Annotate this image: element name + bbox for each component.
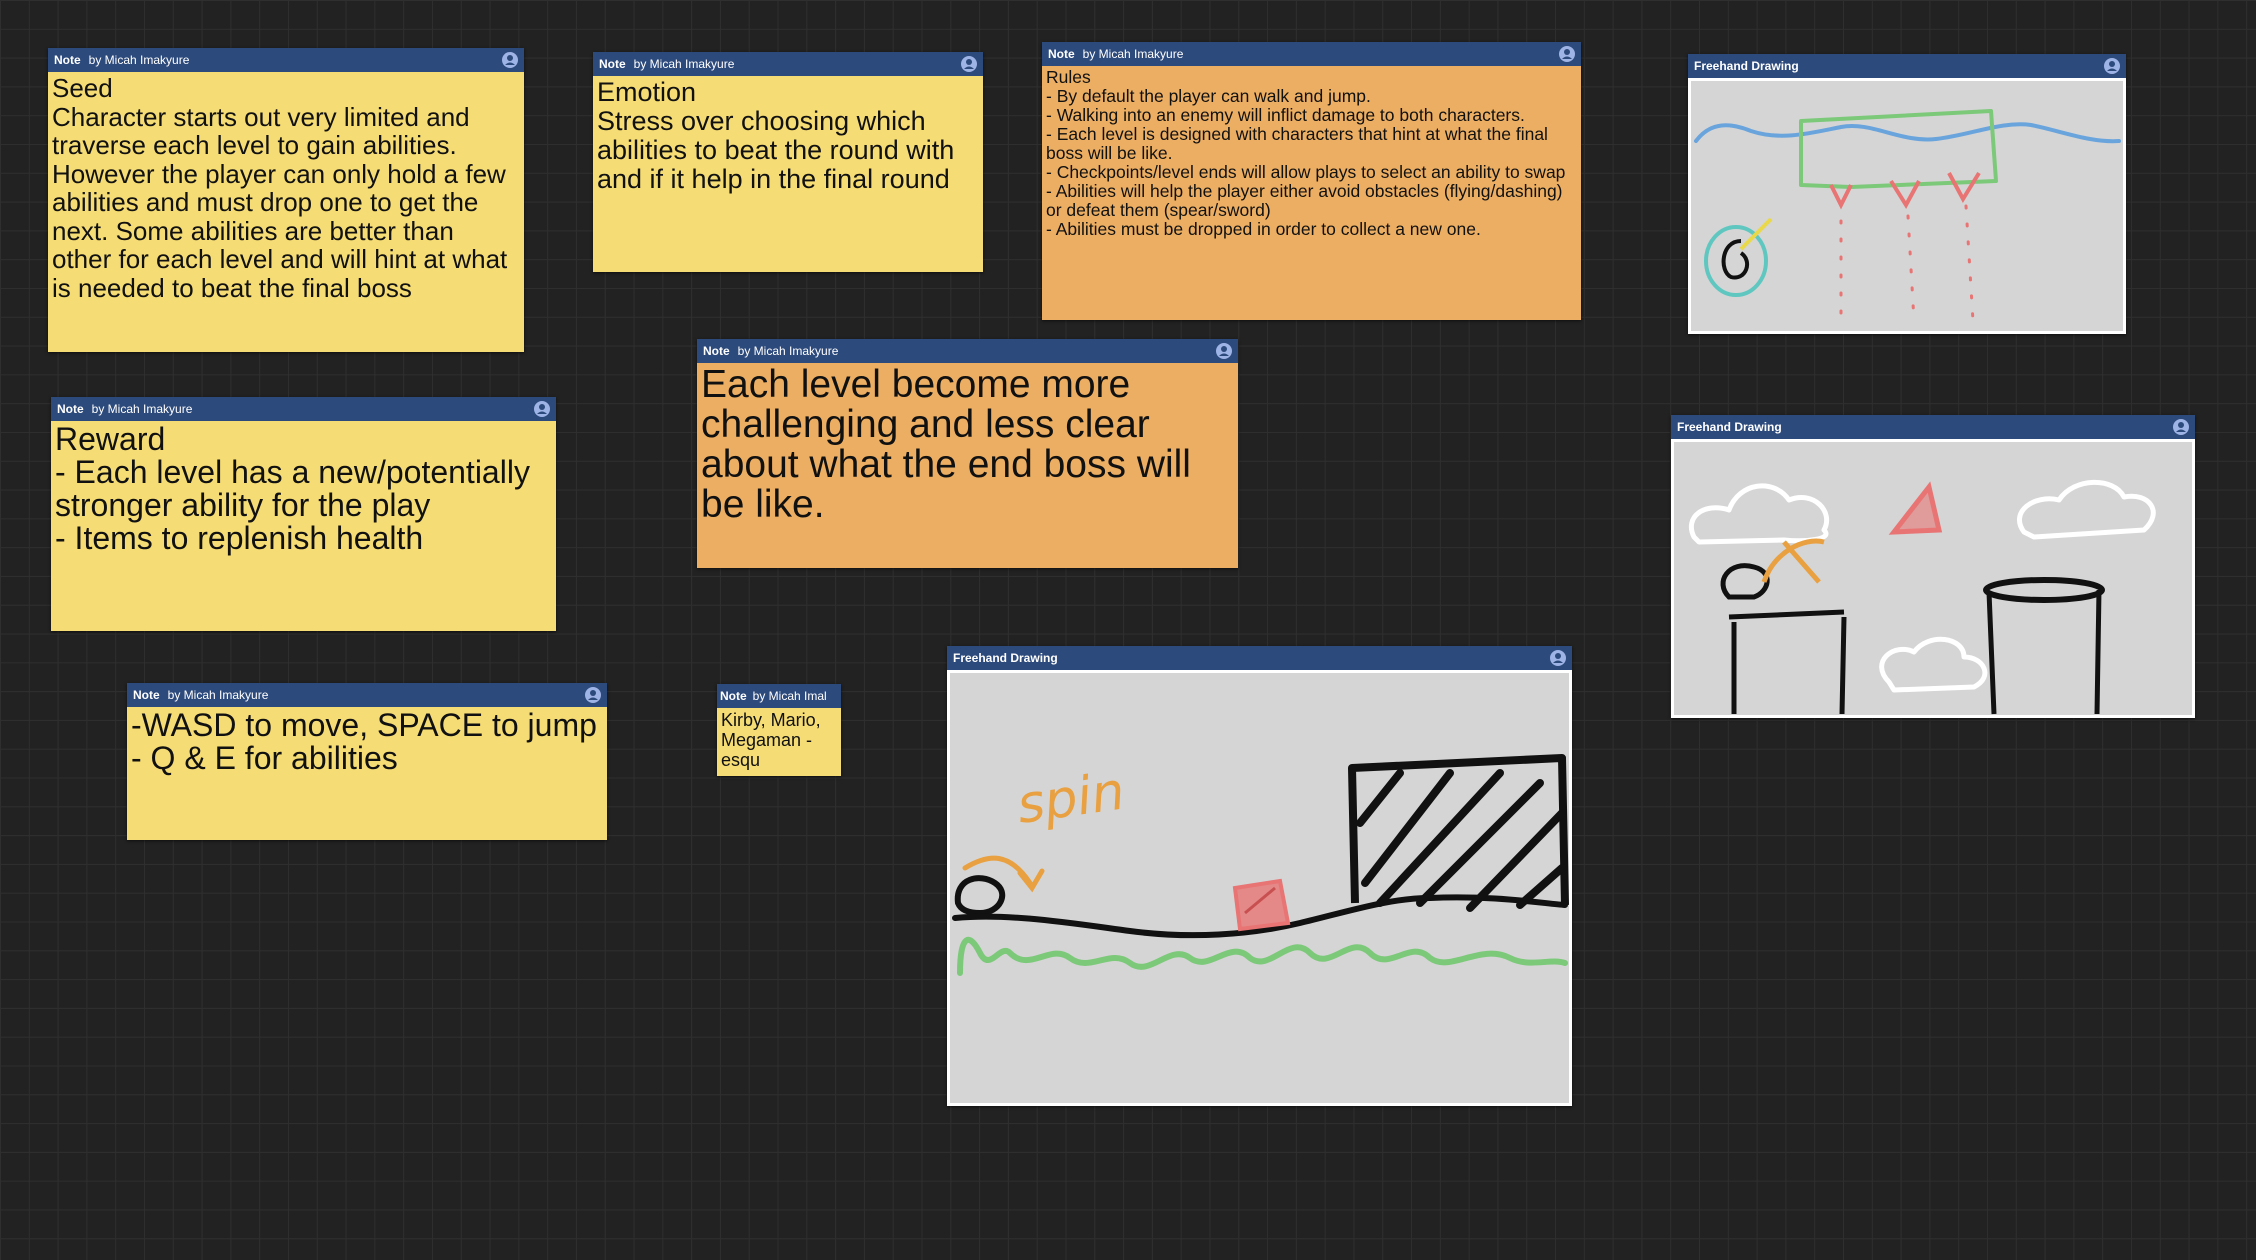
user-avatar-icon[interactable] bbox=[585, 687, 601, 703]
user-avatar-icon[interactable] bbox=[1559, 46, 1575, 62]
note-text[interactable]: -WASD to move, SPACE to jump - Q & E for… bbox=[127, 707, 607, 840]
note-author: by Micah Imakyure bbox=[1082, 47, 1184, 61]
note-author: by Micah Imakyure bbox=[737, 344, 839, 358]
user-avatar-icon[interactable] bbox=[1550, 650, 1566, 666]
note-inspiration[interactable]: Note by Micah Imal Kirby, Mario, Megaman… bbox=[717, 684, 841, 776]
note-text[interactable]: Emotion Stress over choosing which abili… bbox=[593, 76, 983, 272]
note-author: by Micah Imakyure bbox=[633, 57, 735, 71]
user-avatar-icon[interactable] bbox=[2104, 58, 2120, 74]
drawing-header[interactable]: Freehand Drawing bbox=[1671, 415, 2195, 439]
note-header[interactable]: Note by Micah Imakyure bbox=[697, 339, 1238, 363]
note-type-label: Note bbox=[703, 344, 730, 358]
drawing-header[interactable]: Freehand Drawing bbox=[947, 646, 1572, 670]
note-text[interactable]: Rules - By default the player can walk a… bbox=[1042, 66, 1581, 320]
note-text[interactable]: Each level become more challenging and l… bbox=[697, 363, 1238, 568]
user-avatar-icon[interactable] bbox=[1216, 343, 1232, 359]
user-avatar-icon[interactable] bbox=[534, 401, 550, 417]
drawing-canvas[interactable]: spin bbox=[947, 670, 1572, 1106]
note-type-label: Note bbox=[57, 402, 84, 416]
note-type-label: Note bbox=[1048, 47, 1075, 61]
freehand-drawing-center[interactable]: Freehand Drawing spin bbox=[947, 646, 1572, 1106]
sketch-platform-scene bbox=[1689, 479, 2156, 715]
drawing-canvas[interactable] bbox=[1671, 439, 2195, 718]
freehand-drawing-middle[interactable]: Freehand Drawing bbox=[1671, 415, 2195, 718]
drawing-type-label: Freehand Drawing bbox=[1694, 59, 1799, 73]
note-type-label: Note bbox=[599, 57, 626, 71]
note-author: by Micah Imakyure bbox=[91, 402, 193, 416]
note-type-label: Note bbox=[720, 689, 747, 703]
note-rules[interactable]: Note by Micah Imakyure Rules - By defaul… bbox=[1042, 42, 1581, 320]
note-type-label: Note bbox=[54, 53, 81, 67]
note-controls[interactable]: Note by Micah Imakyure -WASD to move, SP… bbox=[127, 683, 607, 840]
drawing-type-label: Freehand Drawing bbox=[1677, 420, 1782, 434]
drawing-type-label: Freehand Drawing bbox=[953, 651, 1058, 665]
note-header[interactable]: Note by Micah Imakyure bbox=[51, 397, 556, 421]
note-author: by Micah Imakyure bbox=[88, 53, 190, 67]
user-avatar-icon[interactable] bbox=[502, 52, 518, 68]
note-reward[interactable]: Note by Micah Imakyure Reward - Each lev… bbox=[51, 397, 556, 631]
note-seed[interactable]: Note by Micah Imakyure Seed Character st… bbox=[48, 48, 524, 352]
note-author: by Micah Imal bbox=[752, 689, 827, 703]
note-challenge[interactable]: Note by Micah Imakyure Each level become… bbox=[697, 339, 1238, 568]
drawing-header[interactable]: Freehand Drawing bbox=[1688, 54, 2126, 78]
note-type-label: Note bbox=[133, 688, 160, 702]
note-header[interactable]: Note by Micah Imakyure bbox=[593, 52, 983, 76]
note-author: by Micah Imakyure bbox=[167, 688, 269, 702]
note-text[interactable]: Kirby, Mario, Megaman - esqu bbox=[717, 708, 841, 776]
sketch-label-spin: spin bbox=[1013, 761, 1128, 835]
freehand-drawing-top[interactable]: Freehand Drawing bbox=[1688, 54, 2126, 334]
note-emotion[interactable]: Note by Micah Imakyure Emotion Stress ov… bbox=[593, 52, 983, 272]
note-header[interactable]: Note by Micah Imal bbox=[717, 684, 841, 708]
user-avatar-icon[interactable] bbox=[2173, 419, 2189, 435]
note-text[interactable]: Seed Character starts out very limited a… bbox=[48, 72, 524, 352]
user-avatar-icon[interactable] bbox=[961, 56, 977, 72]
sketch-boss-scene bbox=[1694, 109, 2121, 323]
drawing-canvas[interactable] bbox=[1688, 78, 2126, 334]
note-text[interactable]: Reward - Each level has a new/potentiall… bbox=[51, 421, 556, 631]
sketch-level-scene: spin bbox=[952, 754, 1569, 976]
note-header[interactable]: Note by Micah Imakyure bbox=[48, 48, 524, 72]
note-header[interactable]: Note by Micah Imakyure bbox=[127, 683, 607, 707]
note-header[interactable]: Note by Micah Imakyure bbox=[1042, 42, 1581, 66]
